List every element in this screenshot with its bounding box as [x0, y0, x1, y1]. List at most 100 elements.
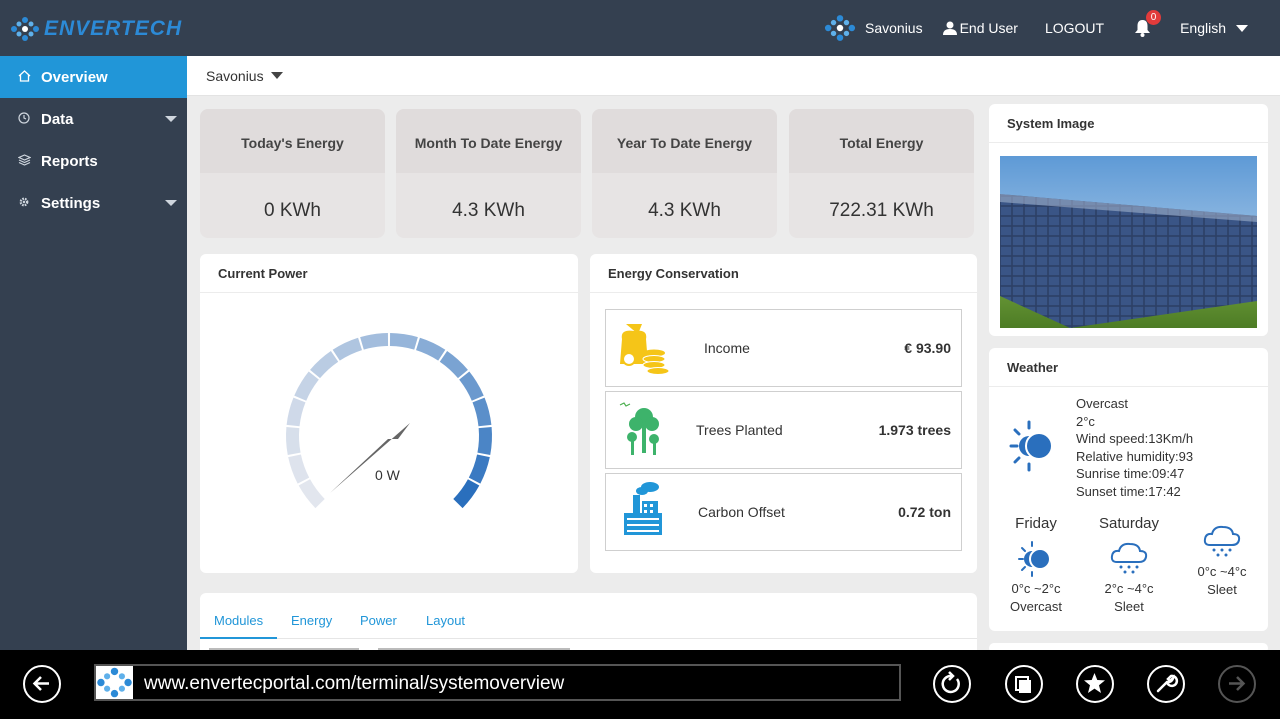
- forecast-day-2: Saturday 2°c ~4°c Sleet: [1096, 515, 1162, 614]
- carbon-row: Carbon Offset 0.72 ton: [605, 473, 962, 551]
- refresh-icon: [941, 671, 960, 694]
- logo-icon: [11, 17, 39, 41]
- gauge-segment: [360, 333, 389, 350]
- gauge-segment: [439, 350, 468, 379]
- tools-button[interactable]: [1147, 665, 1185, 703]
- ec-value: € 93.90: [904, 340, 951, 356]
- stat-title: Year To Date Energy: [592, 109, 777, 173]
- star-icon: [1084, 673, 1105, 693]
- gauge-segment: [332, 337, 362, 361]
- weather-panel: Weather Overcast 2°c Wind speed:13Km/h R…: [989, 348, 1268, 631]
- notification-badge: 0: [1146, 10, 1162, 25]
- chevron-down-icon: [1236, 24, 1248, 32]
- stat-value: 4.3 KWh: [452, 200, 525, 221]
- breadcrumb[interactable]: Savonius: [187, 56, 1280, 96]
- chevron-down-icon: [165, 200, 177, 206]
- chevron-down-icon: [165, 116, 177, 122]
- weather-details: Overcast 2°c Wind speed:13Km/h Relative …: [1076, 395, 1193, 501]
- refresh-button[interactable]: [933, 665, 971, 703]
- current-power-panel: Current Power 0 W: [200, 254, 578, 573]
- weather-overcast-icon: [1009, 418, 1057, 483]
- stat-card-today: Today's Energy 0 KWh: [200, 109, 385, 238]
- stat-value: 0 KWh: [263, 200, 322, 221]
- ec-value: 1.973 trees: [878, 422, 951, 438]
- stat-value: 722.31 KWh: [829, 200, 934, 221]
- ec-label: Income: [704, 340, 750, 356]
- tab-energy[interactable]: Energy: [291, 613, 332, 628]
- gauge-segment: [288, 454, 310, 484]
- forecast-condition: Overcast: [1009, 599, 1062, 614]
- logo[interactable]: ENVERTECH: [10, 14, 182, 44]
- user-label: End User: [959, 20, 1018, 36]
- overcast-icon: [1003, 538, 1069, 581]
- gauge-segment: [453, 479, 480, 509]
- weather-sunset: Sunset time:17:42: [1076, 483, 1181, 499]
- panel-title: Weather: [989, 348, 1268, 387]
- wrench-icon: [1156, 674, 1179, 693]
- system-image-panel: System Image: [989, 104, 1268, 336]
- panel-title: Energy Conservation: [590, 254, 977, 293]
- logout-button[interactable]: LOGOUT: [1045, 20, 1104, 36]
- header-plant-name: Savonius: [865, 20, 923, 36]
- gear-icon: [18, 196, 34, 211]
- back-button[interactable]: [23, 665, 61, 703]
- forecast-day: Friday: [1015, 515, 1057, 532]
- gauge-segment: [472, 397, 492, 427]
- gauge-value: 0 W: [375, 467, 400, 483]
- sidebar-item-overview[interactable]: Overview: [0, 56, 187, 98]
- power-gauge: [286, 333, 493, 509]
- forecast-day-3: 0°c ~4°c Sleet: [1189, 515, 1255, 597]
- clock-icon: [18, 111, 34, 127]
- gauge-segment: [416, 337, 446, 361]
- tab-modules[interactable]: Modules: [214, 613, 263, 628]
- arrow-right-icon: [1229, 676, 1246, 691]
- stat-value: 4.3 KWh: [648, 200, 721, 221]
- user-icon: [942, 21, 957, 35]
- sidebar-item-label: Settings: [41, 194, 101, 212]
- sidebar-item-settings[interactable]: Settings: [0, 182, 187, 224]
- plant-selector[interactable]: Savonius: [823, 14, 923, 42]
- system-image: [1000, 156, 1257, 328]
- forecast-day: Saturday: [1098, 515, 1160, 532]
- gauge-segment: [286, 397, 306, 427]
- panel-title: Current Power: [200, 254, 578, 293]
- forward-button[interactable]: [1218, 665, 1256, 703]
- sidebar-item-reports[interactable]: Reports: [0, 140, 187, 182]
- ec-value: 0.72 ton: [898, 504, 951, 520]
- language-selector[interactable]: English: [1180, 20, 1248, 36]
- stat-card-month: Month To Date Energy 4.3 KWh: [396, 109, 581, 238]
- sidebar: Overview Data Reports Settings: [0, 56, 187, 650]
- gauge-segment: [477, 426, 493, 456]
- sidebar-item-label: Overview: [41, 68, 108, 86]
- sidebar-item-data[interactable]: Data: [0, 98, 187, 140]
- gauge-segment: [294, 371, 319, 401]
- tabs-button[interactable]: [1005, 665, 1043, 703]
- stat-title: Today's Energy: [200, 109, 385, 173]
- breadcrumb-plant: Savonius: [206, 67, 264, 84]
- forecast-temp: 0°c ~4°c: [1197, 564, 1247, 579]
- address-bar[interactable]: www.envertecportal.com/terminal/systemov…: [94, 664, 901, 701]
- sidebar-item-label: Reports: [41, 152, 98, 170]
- weather-wind: Wind speed:13Km/h: [1076, 431, 1194, 447]
- ec-label: Carbon Offset: [698, 504, 785, 520]
- sleet-icon: [1189, 521, 1255, 564]
- stat-card-total: Total Energy 722.31 KWh: [789, 109, 974, 238]
- tab-layout[interactable]: Layout: [426, 613, 465, 628]
- home-icon: [18, 69, 34, 85]
- notifications-button[interactable]: 0: [1134, 10, 1162, 37]
- panel-title: System Image: [989, 104, 1268, 143]
- stat-title: Month To Date Energy: [396, 109, 581, 173]
- chevron-down-icon: [270, 72, 283, 79]
- factory-icon: [606, 473, 676, 551]
- gauge-segment: [286, 426, 301, 456]
- user-menu[interactable]: End User: [942, 20, 1018, 36]
- favorite-button[interactable]: [1076, 665, 1114, 703]
- logo-text: ENVERTECH: [44, 17, 183, 40]
- weather-condition: Overcast: [1076, 396, 1129, 411]
- site-favicon: [96, 666, 133, 699]
- tab-power[interactable]: Power: [360, 613, 397, 628]
- income-row: Income € 93.90: [605, 309, 962, 387]
- trees-icon: [606, 391, 676, 469]
- forecast-day-1: Friday 0°c ~2°c Overcast: [1003, 515, 1069, 614]
- forecast-condition: Sleet: [1207, 582, 1237, 597]
